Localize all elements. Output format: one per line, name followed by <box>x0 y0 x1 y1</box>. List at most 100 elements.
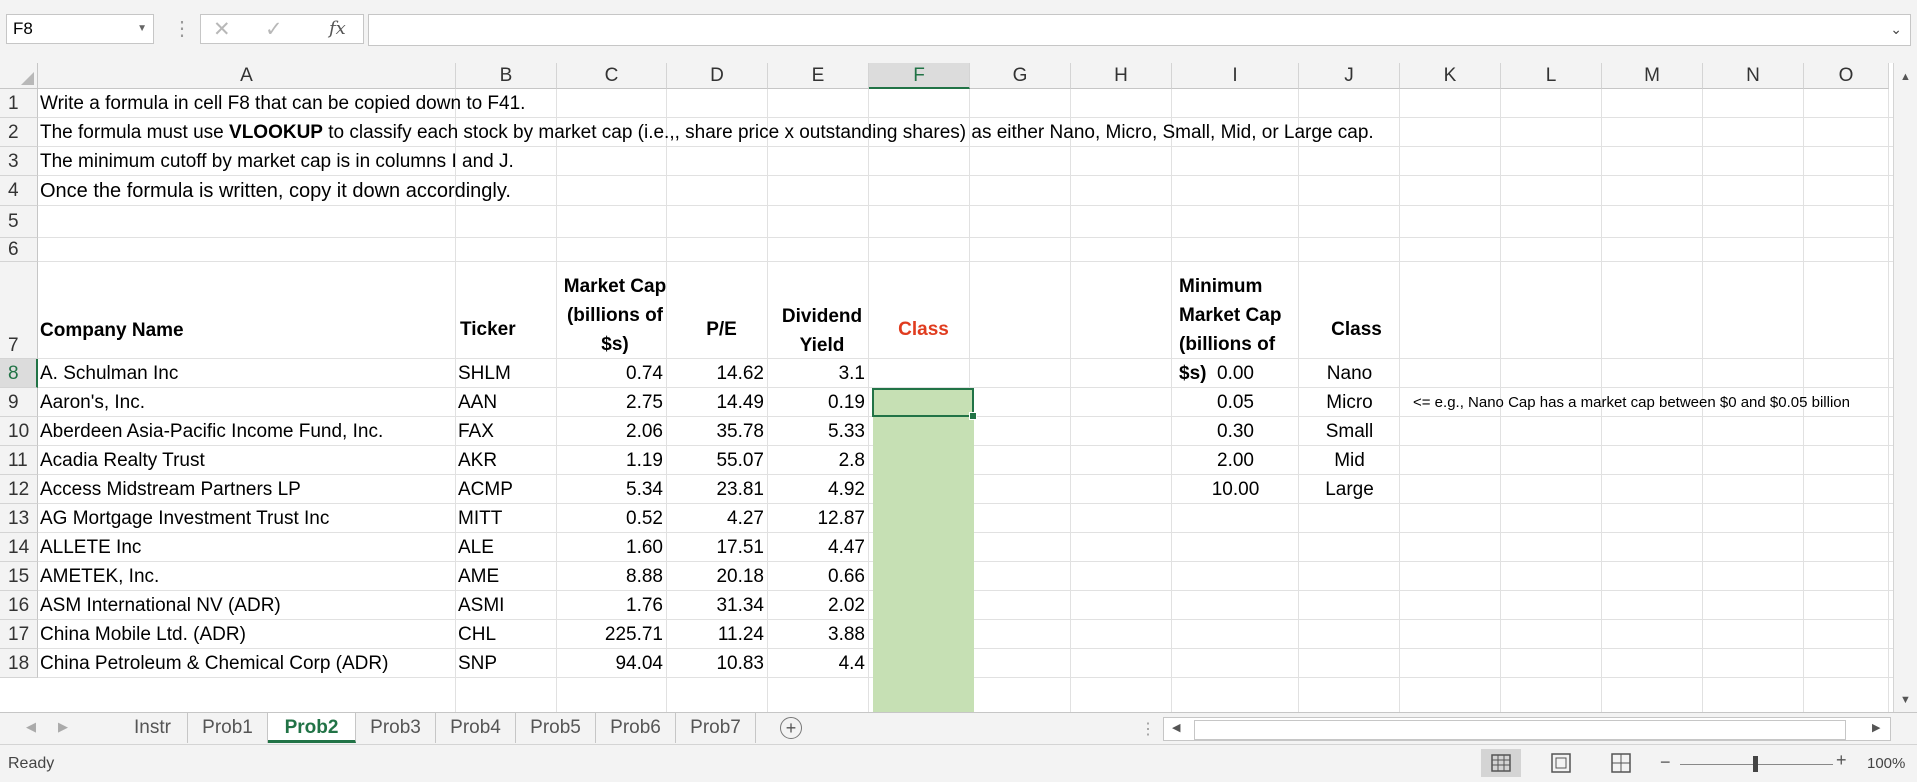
column-header-m[interactable]: M <box>1602 63 1703 89</box>
ticker-cell[interactable]: AAN <box>458 388 497 417</box>
sheet-tab-prob4[interactable]: Prob4 <box>436 713 516 743</box>
pe-cell[interactable]: 11.24 <box>667 620 768 649</box>
pe-cell[interactable]: 55.07 <box>667 446 768 475</box>
company-name-cell[interactable]: Acadia Realty Trust <box>40 446 205 475</box>
market-cap-cell[interactable]: 1.76 <box>557 591 667 620</box>
lookup-class-cell[interactable]: Nano <box>1299 359 1400 388</box>
market-cap-cell[interactable]: 94.04 <box>557 649 667 678</box>
market-cap-cell[interactable]: 8.88 <box>557 562 667 591</box>
header-pe[interactable]: P/E <box>671 319 772 341</box>
row-header-12[interactable]: 12 <box>0 475 38 504</box>
row-header-18[interactable]: 18 <box>0 649 38 678</box>
spreadsheet-grid[interactable]: ABCDEFGHIJKLMNO 1 2 3 4 5 6 7 8 9 10 11 12 13 14 15 16 1… <box>0 63 1917 712</box>
column-header-h[interactable]: H <box>1071 63 1172 89</box>
company-name-cell[interactable]: ASM International NV (ADR) <box>40 591 281 620</box>
enter-icon[interactable]: ✓ <box>265 17 283 42</box>
company-name-cell[interactable]: Aaron's, Inc. <box>40 388 145 417</box>
column-header-l[interactable]: L <box>1501 63 1602 89</box>
column-header-n[interactable]: N <box>1703 63 1804 89</box>
formula-input[interactable]: ⌄ <box>368 14 1911 46</box>
dividend-yield-cell[interactable]: 3.88 <box>768 620 869 649</box>
row-header-8[interactable]: 8 <box>0 359 38 388</box>
ticker-cell[interactable]: MITT <box>458 504 502 533</box>
dividend-yield-cell[interactable]: 4.47 <box>768 533 869 562</box>
pe-cell[interactable]: 35.78 <box>667 417 768 446</box>
dividend-yield-cell[interactable]: 4.4 <box>768 649 869 678</box>
page-layout-view-button[interactable] <box>1541 749 1581 777</box>
scroll-right-icon[interactable]: ▶ <box>1872 721 1880 734</box>
company-name-cell[interactable]: AG Mortgage Investment Trust Inc <box>40 504 329 533</box>
sheet-tab-prob2[interactable]: Prob2 <box>268 713 356 743</box>
instruction-line-2[interactable]: The formula must use VLOOKUP to classify… <box>40 118 1374 147</box>
dividend-yield-cell[interactable]: 2.02 <box>768 591 869 620</box>
zoom-level[interactable]: 100% <box>1867 755 1905 772</box>
dividend-yield-cell[interactable]: 4.92 <box>768 475 869 504</box>
column-header-f[interactable]: F <box>869 63 970 89</box>
row-header-17[interactable]: 17 <box>0 620 38 649</box>
ticker-cell[interactable]: ALE <box>458 533 494 562</box>
row-header-10[interactable]: 10 <box>0 417 38 446</box>
column-header-d[interactable]: D <box>667 63 768 89</box>
lookup-class-cell[interactable]: Mid <box>1299 446 1400 475</box>
row-header-15[interactable]: 15 <box>0 562 38 591</box>
market-cap-cell[interactable]: 1.19 <box>557 446 667 475</box>
lookup-min-cap-cell[interactable]: 2.00 <box>1172 446 1299 475</box>
pe-cell[interactable]: 14.62 <box>667 359 768 388</box>
column-header-k[interactable]: K <box>1400 63 1501 89</box>
company-name-cell[interactable]: China Petroleum & Chemical Corp (ADR) <box>40 649 388 678</box>
next-sheet-icon[interactable]: ▶ <box>58 719 68 735</box>
sheet-tab-prob5[interactable]: Prob5 <box>516 713 596 743</box>
instruction-line-4[interactable]: Once the formula is written, copy it dow… <box>40 176 511 206</box>
company-name-cell[interactable]: A. Schulman Inc <box>40 359 178 388</box>
column-header-b[interactable]: B <box>456 63 557 89</box>
dividend-yield-cell[interactable]: 3.1 <box>768 359 869 388</box>
pe-cell[interactable]: 20.18 <box>667 562 768 591</box>
name-box[interactable]: F8 ▼ <box>6 14 154 44</box>
pe-cell[interactable]: 17.51 <box>667 533 768 562</box>
row-header-2[interactable]: 2 <box>0 118 38 147</box>
ticker-cell[interactable]: ASMI <box>458 591 504 620</box>
market-cap-cell[interactable]: 1.60 <box>557 533 667 562</box>
header-company[interactable]: Company Name <box>40 320 184 342</box>
row-header-4[interactable]: 4 <box>0 176 38 206</box>
scroll-left-icon[interactable]: ◀ <box>1172 721 1180 734</box>
row-header-7[interactable]: 7 <box>0 262 38 359</box>
sheet-tab-prob6[interactable]: Prob6 <box>596 713 676 743</box>
ticker-cell[interactable]: SNP <box>458 649 497 678</box>
row-header-14[interactable]: 14 <box>0 533 38 562</box>
ticker-cell[interactable]: ACMP <box>458 475 513 504</box>
more-options-icon[interactable]: ⋮ <box>172 16 192 41</box>
dividend-yield-cell[interactable]: 12.87 <box>768 504 869 533</box>
cancel-icon[interactable]: ✕ <box>213 17 231 42</box>
lookup-min-cap-cell[interactable]: 0.00 <box>1172 359 1299 388</box>
header-ticker[interactable]: Ticker <box>460 319 516 341</box>
zoom-out-icon[interactable]: − <box>1660 752 1671 773</box>
sheet-tab-prob3[interactable]: Prob3 <box>356 713 436 743</box>
tab-split-handle-icon[interactable]: ⋮ <box>1140 719 1156 739</box>
column-header-e[interactable]: E <box>768 63 869 89</box>
lookup-class-cell[interactable]: Small <box>1299 417 1400 446</box>
row-header-1[interactable]: 1 <box>0 89 38 118</box>
company-name-cell[interactable]: AMETEK, Inc. <box>40 562 159 591</box>
market-cap-cell[interactable]: 2.75 <box>557 388 667 417</box>
pe-cell[interactable]: 10.83 <box>667 649 768 678</box>
page-break-view-button[interactable] <box>1601 749 1641 777</box>
header-dividend-yield[interactable]: Dividend Yield <box>772 302 872 360</box>
ticker-cell[interactable]: CHL <box>458 620 496 649</box>
dividend-yield-cell[interactable]: 2.8 <box>768 446 869 475</box>
scroll-thumb[interactable] <box>1194 720 1846 740</box>
row-header-3[interactable]: 3 <box>0 147 38 176</box>
dividend-yield-cell[interactable]: 5.33 <box>768 417 869 446</box>
ticker-cell[interactable]: SHLM <box>458 359 511 388</box>
add-sheet-icon[interactable]: + <box>780 717 802 739</box>
column-header-c[interactable]: C <box>557 63 667 89</box>
vertical-scrollbar[interactable]: ▲ ▼ <box>1893 63 1917 712</box>
company-name-cell[interactable]: China Mobile Ltd. (ADR) <box>40 620 246 649</box>
row-header-11[interactable]: 11 <box>0 446 38 475</box>
expand-formula-bar-icon[interactable]: ⌄ <box>1890 21 1902 38</box>
zoom-slider-thumb[interactable] <box>1753 756 1758 772</box>
pe-cell[interactable]: 4.27 <box>667 504 768 533</box>
normal-view-button[interactable] <box>1481 749 1521 777</box>
ticker-cell[interactable]: AKR <box>458 446 497 475</box>
select-all-button[interactable] <box>0 63 38 89</box>
